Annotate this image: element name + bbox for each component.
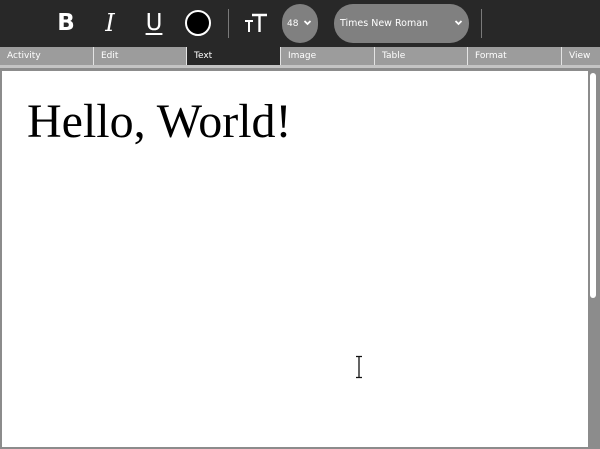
chevron-down-icon bbox=[303, 20, 312, 26]
font-family-combo[interactable]: Times New Roman bbox=[334, 4, 469, 43]
tab-label: View bbox=[569, 51, 591, 61]
font-family-value: Times New Roman bbox=[340, 18, 429, 29]
text-cursor-icon bbox=[356, 355, 362, 379]
tab-table[interactable]: Table bbox=[375, 47, 468, 65]
tab-label: Text bbox=[194, 51, 213, 61]
underline-label: U bbox=[145, 10, 163, 36]
italic-button[interactable]: I bbox=[94, 8, 126, 38]
tab-label: Edit bbox=[101, 51, 119, 61]
italic-label: I bbox=[105, 9, 115, 37]
font-size-value: 48 bbox=[287, 18, 299, 29]
tab-activity[interactable]: Activity bbox=[0, 47, 94, 65]
tab-image[interactable]: Image bbox=[281, 47, 375, 65]
chevron-down-icon bbox=[454, 20, 463, 26]
toolbar: B I U 48 Times New Roman bbox=[0, 0, 600, 47]
tab-divider bbox=[0, 65, 600, 68]
bold-label: B bbox=[57, 10, 75, 36]
tab-format[interactable]: Format bbox=[468, 47, 562, 65]
toolbar-separator bbox=[228, 9, 229, 38]
bold-button[interactable]: B bbox=[50, 8, 82, 38]
document-text[interactable]: Hello, World! bbox=[27, 94, 292, 150]
scrollbar-thumb[interactable] bbox=[590, 73, 596, 298]
toolbar-tabs: Activity Edit Text Image Table Format Vi… bbox=[0, 47, 600, 65]
document-canvas[interactable]: Hello, World! bbox=[2, 71, 588, 447]
toolbar-separator bbox=[481, 9, 482, 38]
tab-label: Format bbox=[475, 51, 507, 61]
font-size-combo[interactable]: 48 bbox=[282, 4, 318, 43]
text-color-button[interactable] bbox=[184, 9, 212, 37]
color-swatch-icon bbox=[185, 10, 211, 36]
tab-text[interactable]: Text bbox=[187, 47, 281, 65]
tab-label: Table bbox=[382, 51, 406, 61]
vertical-scrollbar[interactable] bbox=[589, 71, 597, 447]
tab-view[interactable]: View bbox=[562, 47, 600, 65]
text-size-icon bbox=[245, 13, 267, 32]
text-size-button[interactable] bbox=[242, 9, 270, 37]
tab-label: Image bbox=[288, 51, 317, 61]
underline-button[interactable]: U bbox=[138, 8, 170, 38]
tab-edit[interactable]: Edit bbox=[94, 47, 187, 65]
tab-label: Activity bbox=[7, 51, 41, 61]
